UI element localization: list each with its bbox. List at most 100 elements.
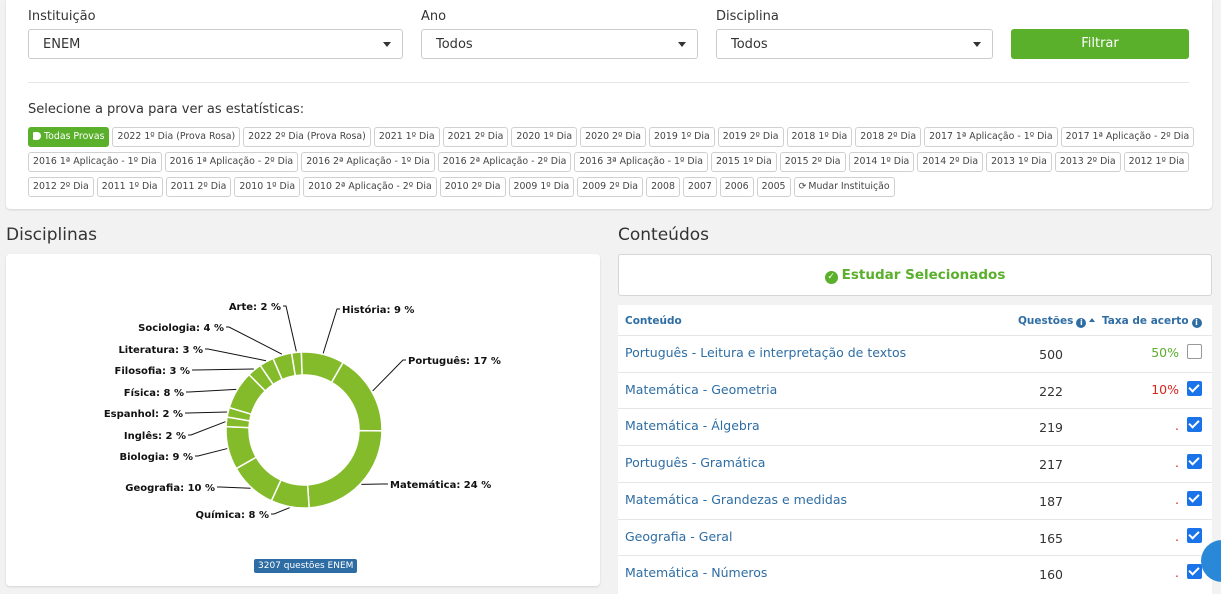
exam-chip[interactable]: 2011 1º Dia	[96, 177, 163, 197]
exam-chip-label: 2008	[651, 181, 675, 192]
question-count: 160	[1039, 567, 1063, 583]
exam-chip[interactable]: 2016 2ª Aplicação - 2º Dia	[437, 152, 572, 172]
exam-chip[interactable]: 2012 2º Dia	[28, 177, 94, 197]
exam-chip[interactable]: 2015 2º Dia	[779, 152, 846, 172]
info-icon[interactable]: i	[1191, 318, 1202, 328]
slice-label: Física: 8 %	[124, 387, 184, 399]
leader-line	[217, 486, 251, 489]
select-checkbox[interactable]	[1187, 564, 1202, 580]
select-checkbox[interactable]	[1187, 527, 1202, 543]
exam-chip[interactable]: 2022 1º Dia (Prova Rosa)	[112, 127, 241, 147]
question-count: 222	[1039, 383, 1063, 399]
exam-chip[interactable]: 2019 1º Dia	[648, 127, 715, 147]
exam-chip-label: Mudar Instituição	[808, 181, 890, 192]
exam-chip[interactable]: 2011 2º Dia	[165, 177, 232, 197]
content-link[interactable]: Português - Leitura e interpretação de t…	[625, 345, 906, 360]
filter-button[interactable]: Filtrar	[1011, 29, 1189, 59]
exam-chip[interactable]: 2018 2º Dia	[855, 127, 922, 147]
exam-chip[interactable]: 2010 2ª Aplicação - 2º Dia	[303, 177, 437, 197]
exam-chip[interactable]: 2005	[756, 177, 791, 197]
slice-matemática[interactable]	[306, 429, 383, 509]
slice-label: Sociologia: 4 %	[138, 323, 224, 334]
content-topic: Grandezas e medidas	[711, 491, 848, 507]
exam-chip[interactable]: 2015 1º Dia	[710, 152, 777, 172]
exam-chip-label: 2019 2º Dia	[722, 131, 779, 142]
exam-chip[interactable]: 2021 1º Dia	[373, 127, 440, 147]
exam-chip[interactable]: 2013 2º Dia	[1054, 152, 1121, 172]
content-separator: -	[698, 491, 712, 507]
change-institution-chip[interactable]: ⟳ Mudar Instituição	[793, 177, 895, 197]
exam-chip[interactable]: 2016 2ª Aplicação - 1º Dia	[301, 152, 435, 172]
exam-chip-label: 2009 1º Dia	[513, 181, 570, 192]
content-link[interactable]: Geografia - Geral	[625, 529, 732, 544]
exam-chip[interactable]: 2017 1ª Aplicação - 1º Dia	[924, 127, 1058, 147]
exam-chip[interactable]: 2022 2º Dia (Prova Rosa)	[243, 127, 371, 147]
exam-chip[interactable]: 2017 1ª Aplicação - 2º Dia	[1060, 127, 1195, 147]
content-link[interactable]: Português - Gramática	[625, 455, 765, 470]
exam-chip[interactable]: 2013 1º Dia	[986, 152, 1052, 172]
exam-chip-label: 2018 2º Dia	[860, 131, 917, 142]
exam-chip[interactable]: 2009 2º Dia	[577, 177, 644, 197]
year-label: Ano	[421, 9, 447, 24]
institution-select[interactable]: ENEM	[28, 29, 403, 59]
exam-chip[interactable]: 2014 1º Dia	[848, 152, 915, 172]
sort-asc-icon	[1089, 318, 1096, 322]
select-checkbox[interactable]	[1187, 344, 1202, 359]
content-link[interactable]: Matemática - Grandezas e medidas	[625, 492, 847, 507]
content-topic: Álgebra	[711, 418, 760, 434]
slice-português[interactable]	[330, 361, 383, 432]
exam-chip[interactable]: 2009 1º Dia	[508, 177, 575, 197]
content-separator: -	[698, 565, 712, 581]
leader-line	[372, 359, 406, 392]
exam-chip-list: Todas Provas 2022 1º Dia (Prova Rosa) 2022…	[28, 127, 1198, 197]
exam-chip[interactable]: 2006	[719, 177, 754, 197]
discipline-select[interactable]: Todos	[716, 29, 993, 59]
exam-chip[interactable]: 2016 1ª Aplicação - 2º Dia	[164, 152, 299, 172]
table-row: Matemática - Álgebra 219.	[618, 408, 1212, 445]
question-count: 500	[1039, 347, 1063, 362]
exam-chip-all[interactable]: Todas Provas	[28, 127, 110, 147]
content-link[interactable]: Matemática - Álgebra	[625, 418, 760, 433]
exam-chip-label: 2022 2º Dia (Prova Rosa)	[248, 131, 366, 142]
exam-chip-label: 2007	[687, 181, 712, 192]
table-row: Matemática - Geometria 222 10%	[618, 371, 1212, 409]
exam-chip-label: 2021 2º Dia	[447, 131, 504, 142]
questions-column-header[interactable]: Questões i	[1018, 315, 1096, 328]
conteudos-heading: Conteúdos	[618, 225, 709, 245]
table-row: Geografia - Geral 165.	[618, 518, 1212, 556]
exam-chip[interactable]: 2008	[646, 177, 680, 197]
content-link[interactable]: Matemática - Números	[625, 565, 767, 580]
exam-chip[interactable]: 2016 1ª Aplicação - 1º Dia	[28, 152, 162, 172]
exam-chip[interactable]: 2010 1º Dia	[234, 177, 301, 197]
exam-chip[interactable]: 2014 2º Dia	[917, 152, 984, 172]
select-checkbox[interactable]	[1187, 490, 1202, 506]
study-selected-button[interactable]: ✓ Estudar Selecionados	[618, 254, 1212, 296]
exam-chip[interactable]: 2016 3ª Aplicação - 1º Dia	[574, 152, 708, 172]
select-checkbox[interactable]	[1187, 417, 1202, 433]
exam-chip-label: 2021 1º Dia	[378, 131, 435, 142]
exam-chip-label: 2005	[761, 181, 786, 192]
exam-chip[interactable]: 2021 2º Dia	[442, 127, 509, 147]
content-column-header[interactable]: Conteúdo	[625, 315, 682, 327]
exam-chip[interactable]: 2020 1º Dia	[511, 127, 578, 147]
info-icon[interactable]: i	[1076, 318, 1087, 328]
year-select[interactable]: Todos	[421, 29, 698, 59]
content-subject: Matemática	[625, 418, 699, 434]
rate-column-header[interactable]: Taxa de acerto i	[1102, 315, 1202, 328]
exam-chip[interactable]: 2007	[682, 177, 717, 197]
exam-chip-label: 2019 1º Dia	[653, 131, 710, 142]
select-checkbox[interactable]	[1187, 380, 1202, 396]
question-count: 219	[1039, 420, 1063, 436]
exam-chip[interactable]: 2020 2º Dia	[580, 127, 646, 147]
discipline-label: Disciplina	[716, 9, 779, 24]
select-checkbox[interactable]	[1187, 454, 1202, 470]
institution-value: ENEM	[43, 37, 81, 52]
exam-chip[interactable]: 2018 1º Dia	[786, 127, 853, 147]
exam-chip[interactable]: 2010 2º Dia	[439, 177, 506, 197]
content-separator: -	[687, 345, 701, 360]
exam-chip-label: 2016 1ª Aplicação - 1º Dia	[33, 156, 157, 167]
exam-chip[interactable]: 2019 2º Dia	[717, 127, 784, 147]
exam-chip[interactable]: 2012 1º Dia	[1123, 152, 1190, 172]
content-link[interactable]: Matemática - Geometria	[625, 382, 777, 397]
content-column-label: Conteúdo	[625, 315, 682, 327]
